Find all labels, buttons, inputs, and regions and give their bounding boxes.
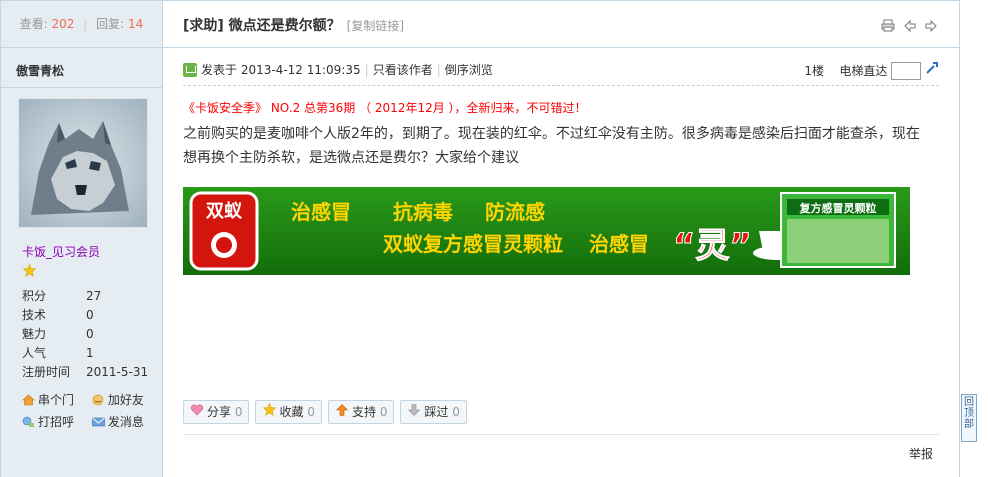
jump-go-icon[interactable] — [925, 62, 939, 78]
visit-link[interactable]: 串个门 — [22, 389, 88, 411]
floor-jump-input[interactable] — [891, 62, 922, 80]
attr-row-charm: 魅力 0 — [22, 327, 94, 341]
online-status-icon — [183, 63, 197, 77]
report-link[interactable]: 举报 — [909, 445, 933, 462]
post-meta: 发表于 2013-4-12 11:09:35 | 只看该作者 | 倒序浏览 1楼 电梯直… — [183, 61, 939, 86]
banner-text-1: 治感冒 — [291, 200, 351, 224]
share-button[interactable]: 分享 0 — [183, 400, 250, 424]
banner-product: 双蚁复方感冒灵颗粒 — [383, 232, 563, 256]
oppose-button[interactable]: 踩过 0 — [400, 400, 467, 424]
post-main: [求助] 微点还是费尔额？ [复制链接] 发表于 2013-4-12 11:09:… — [163, 1, 959, 477]
poke-icon — [22, 413, 35, 427]
poke-link[interactable]: 打招呼 — [22, 411, 88, 433]
rank-star-icon — [22, 263, 37, 280]
avatar[interactable] — [18, 98, 148, 228]
views-label: 查看: — [19, 17, 48, 31]
promo-link[interactable]: 《卡饭安全季》 NO.2 总第36期 （ 2012年12月 ），全新归来，不可错… — [183, 99, 587, 116]
author-name[interactable]: 傲雪青松 — [16, 62, 64, 79]
back-to-top-button[interactable]: 回顶部 — [961, 394, 977, 442]
attr-row-points: 积分 27 — [22, 289, 102, 303]
heart-icon — [190, 401, 204, 423]
banner-text-2: 抗病毒 — [393, 200, 453, 224]
add-friend-icon — [92, 391, 105, 406]
reverse-order-link[interactable]: 倒序浏览 — [445, 63, 493, 77]
ad-banner[interactable]: 双蚁 治感冒 抗病毒 防流感 双蚁复方感冒灵颗粒 治感冒 “灵” 复方感冒灵颗粒 — [183, 187, 910, 275]
home-icon — [22, 391, 35, 406]
banner-text-3: 防流感 — [485, 200, 545, 224]
floor-number: 1楼 — [804, 64, 825, 78]
banner-brand: 双蚁 — [206, 201, 243, 222]
banner-box-text: 复方感冒灵颗粒 — [799, 201, 877, 215]
views-count: 202 — [51, 17, 75, 31]
add-friend-link[interactable]: 加好友 — [92, 389, 158, 411]
replies-count: 14 — [128, 17, 144, 31]
only-author-link[interactable]: 只看该作者 — [373, 63, 433, 77]
copy-link[interactable]: [复制链接] — [347, 19, 404, 33]
user-group[interactable]: 卡饭_见习会员 — [22, 243, 100, 260]
post-content: 之前购买的是麦咖啡个人版2年的，到期了。现在装的红伞。不过红伞没有主防。很多病毒… — [183, 126, 920, 166]
user-actions: 串个门 加好友 打招呼 发消息 — [22, 389, 158, 433]
thread-title: [求助] 微点还是费尔额？ [复制链接] — [183, 18, 405, 34]
arrow-down-icon — [407, 401, 421, 423]
next-thread-icon[interactable] — [925, 19, 937, 35]
post-date: 发表于 2013-4-12 11:09:35 — [201, 63, 361, 77]
user-attributes: 积分 27 技术 0 魅力 0 人气 1 注册时间 2011-5-31 — [22, 287, 148, 382]
attr-row-register-date: 注册时间 2011-5-31 — [22, 365, 149, 379]
support-button[interactable]: 支持 0 — [327, 400, 395, 424]
attr-row-tech: 技术 0 — [22, 308, 94, 322]
arrow-up-icon — [335, 401, 349, 423]
prev-thread-icon[interactable] — [904, 19, 916, 35]
attr-row-popularity: 人气 1 — [22, 346, 94, 360]
banner-ling: “灵” — [673, 226, 752, 266]
divider — [183, 434, 939, 435]
author-sidebar: 查看: 202 | 回复: 14 傲雪青松 卡饭_见习会员 积分 27 技术 0… — [1, 1, 163, 477]
banner-slogan: 治感冒 — [589, 232, 649, 256]
favorite-button[interactable]: 收藏 0 — [255, 400, 322, 424]
elevator-label: 电梯直达 — [839, 64, 888, 78]
star-icon — [262, 401, 277, 423]
replies-label: 回复: — [96, 17, 125, 31]
envelope-icon — [92, 413, 105, 427]
thread-stats: 查看: 202 | 回复: 14 — [1, 1, 162, 48]
message-link[interactable]: 发消息 — [92, 411, 158, 433]
post-actions: 分享 0 收藏 0 支持 0 踩过 0 — [183, 400, 473, 424]
print-icon[interactable] — [881, 19, 895, 35]
thread-title-bar: [求助] 微点还是费尔额？ [复制链接] — [163, 1, 959, 48]
